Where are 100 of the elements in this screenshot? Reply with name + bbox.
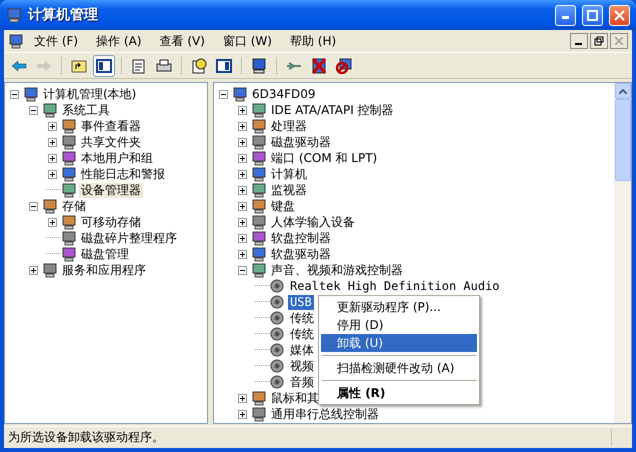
tree-item[interactable]: 计算机管理(本地) <box>41 86 138 102</box>
expander[interactable] <box>238 170 247 178</box>
tree-item[interactable]: IDE ATA/ATAPI 控制器 <box>269 102 396 118</box>
maximize-icon <box>587 10 598 20</box>
menu-item[interactable]: 帮助 (H) <box>282 32 344 50</box>
expander[interactable] <box>238 122 247 130</box>
expander[interactable] <box>238 234 247 242</box>
menu-item[interactable]: 扫描检测硬件改动 (A) <box>321 359 477 377</box>
document-icon <box>131 58 147 74</box>
plus-icon <box>30 266 37 274</box>
plus-icon <box>239 250 246 258</box>
monitor-icon <box>251 58 267 74</box>
back-arrow-icon <box>11 60 27 72</box>
scrollbar[interactable] <box>614 83 631 423</box>
menu-item[interactable]: 更新驱动程序 (P)... <box>321 298 477 316</box>
tree-item[interactable]: 声音、视频和游戏控制器 <box>269 262 405 278</box>
expander[interactable] <box>238 266 247 274</box>
toolbar-button[interactable] <box>93 54 115 76</box>
tree-item[interactable]: 视频 <box>288 358 316 374</box>
tree-item[interactable]: 磁盘管理 <box>79 246 131 262</box>
pane-icon <box>216 58 232 72</box>
tree-item[interactable]: 媒体 <box>288 342 316 358</box>
tree-item[interactable]: 计算机 <box>269 166 309 182</box>
expander[interactable] <box>48 138 57 146</box>
tree-item[interactable]: 监视器 <box>269 182 309 198</box>
tree-item[interactable]: 性能日志和警报 <box>79 166 167 182</box>
tree-item[interactable]: 传统 <box>288 310 316 326</box>
tree-item[interactable]: 存储 <box>60 198 88 214</box>
plus-icon <box>239 218 246 226</box>
tree-item[interactable]: 软盘控制器 <box>269 230 333 246</box>
expander[interactable] <box>238 394 247 402</box>
tree-item[interactable]: 人体学输入设备 <box>269 214 357 230</box>
plus-icon <box>49 138 56 146</box>
tree-item[interactable]: 服务和应用程序 <box>60 262 148 278</box>
expander[interactable] <box>238 138 247 146</box>
tree-item[interactable]: 本地用户和组 <box>79 150 155 166</box>
tree-item[interactable]: 事件查看器 <box>79 118 143 134</box>
window-title: 计算机管理 <box>28 6 99 24</box>
plus-icon <box>239 138 246 146</box>
plus-icon <box>239 154 246 162</box>
menu-item[interactable]: 属性 (R) <box>321 384 477 402</box>
menu-item[interactable]: 停用 (D) <box>321 316 477 334</box>
status-text: 为所选设备卸载该驱动程序。 <box>7 429 165 446</box>
tree-item[interactable]: USB <box>288 294 314 310</box>
menu-item[interactable]: 窗口 (W) <box>214 32 280 50</box>
plus-icon <box>49 122 56 130</box>
tree-item[interactable]: 传统 <box>288 326 316 342</box>
tree-item[interactable]: 可移动存储 <box>79 214 143 230</box>
expander[interactable] <box>29 202 38 210</box>
plus-icon <box>239 394 246 402</box>
tree-item[interactable]: Realtek High Definition Audio <box>288 278 502 294</box>
restore-icon <box>594 36 604 46</box>
tree-item[interactable]: 端口 (COM 和 LPT) <box>269 150 380 166</box>
plus-icon <box>49 170 56 178</box>
expander[interactable] <box>48 218 57 226</box>
expander[interactable] <box>29 106 38 114</box>
plus-icon <box>49 218 56 226</box>
expander[interactable] <box>238 154 247 162</box>
tree-item[interactable]: 系统工具 <box>60 102 112 118</box>
plus-icon <box>49 154 56 162</box>
expander[interactable] <box>238 106 247 114</box>
expander[interactable] <box>238 186 247 194</box>
tree-item[interactable]: 设备管理器 <box>79 182 143 198</box>
expander[interactable] <box>238 250 247 258</box>
menu-item[interactable]: 查看 (V) <box>152 32 213 50</box>
pane-icon <box>96 58 112 72</box>
plus-icon <box>239 122 246 130</box>
tree-item[interactable]: 6D34FD09 <box>250 86 318 102</box>
expander[interactable] <box>48 122 57 130</box>
menu-item[interactable]: 文件 (F) <box>26 32 86 50</box>
tree-item[interactable]: 软盘驱动器 <box>269 246 333 262</box>
expander[interactable] <box>10 90 19 98</box>
expander[interactable] <box>48 154 57 162</box>
restore-button[interactable] <box>590 33 608 49</box>
tree-item[interactable]: 音频 <box>288 374 316 390</box>
tree-item[interactable]: 通用串行总线控制器 <box>269 406 381 422</box>
expander[interactable] <box>238 202 247 210</box>
expander[interactable] <box>219 90 228 98</box>
expander[interactable] <box>238 218 247 226</box>
expander[interactable] <box>48 170 57 178</box>
menu-item[interactable]: 操作 (A) <box>88 32 150 50</box>
close-icon <box>614 10 625 20</box>
minimize-button[interactable] <box>570 33 588 49</box>
tree-item[interactable]: 键盘 <box>269 198 297 214</box>
maximize-button[interactable] <box>582 4 603 26</box>
prohibited-icon <box>336 58 352 74</box>
expander[interactable] <box>29 266 38 274</box>
tree-item[interactable]: 鼠标和其 <box>269 390 321 406</box>
tree-item[interactable]: 处理器 <box>269 118 309 134</box>
plus-icon <box>239 170 246 178</box>
tree-item[interactable]: 磁盘碎片整理程序 <box>79 230 179 246</box>
tree-item[interactable]: 磁盘驱动器 <box>269 134 333 150</box>
menu-item[interactable]: 卸载 (U) <box>321 334 477 352</box>
tree-item[interactable]: 共享文件夹 <box>79 134 143 150</box>
scroll-thumb[interactable] <box>615 99 631 181</box>
cross-icon <box>311 58 327 74</box>
printer-icon <box>156 58 172 72</box>
expander[interactable] <box>238 410 247 418</box>
plus-icon <box>239 202 246 210</box>
help-icon <box>191 58 207 74</box>
